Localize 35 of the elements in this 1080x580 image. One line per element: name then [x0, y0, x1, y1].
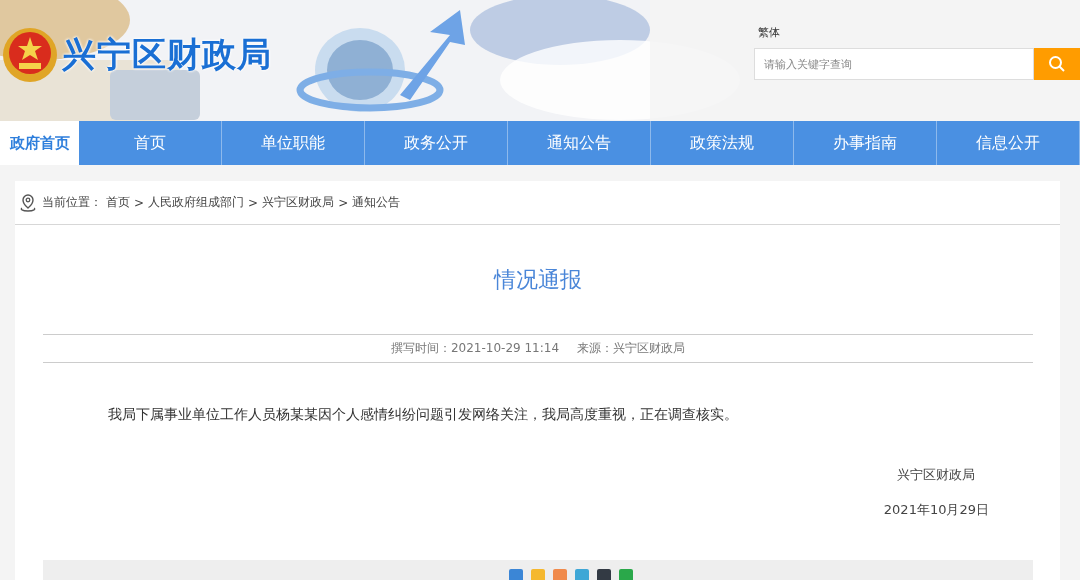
nav-tab[interactable]: 信息公开 — [937, 121, 1080, 165]
breadcrumb-link[interactable]: 兴宁区财政局 — [262, 194, 335, 211]
nav-tab[interactable]: 单位职能 — [222, 121, 365, 165]
breadcrumb-separator: > — [134, 195, 145, 210]
search-field[interactable]: 请输入关键字查询 — [754, 48, 1034, 80]
breadcrumb-link[interactable]: 人民政府组成部门 — [148, 194, 245, 211]
article-meta: 来源：兴宁区财政局 — [577, 340, 686, 357]
breadcrumb-separator: > — [338, 195, 349, 210]
nav-tab[interactable]: 办事指南 — [794, 121, 937, 165]
share-icon[interactable] — [619, 569, 633, 580]
emblem-icon — [2, 26, 58, 83]
location-pin-icon — [18, 192, 38, 213]
article-meta: 撰写时间：2021-10-29 11:14 — [390, 340, 560, 357]
share-icon[interactable] — [531, 569, 545, 580]
nav-tab[interactable]: 政策法规 — [651, 121, 794, 165]
article-body: 我局下属事业单位工作人员杨某某因个人感情纠纷问题引发网络关注，我局高度重视，正在调查核实。 — [108, 406, 739, 424]
share-icon[interactable] — [575, 569, 589, 580]
site-title: 兴宁区财政局 — [62, 32, 272, 76]
breadcrumb-link[interactable]: 首页 — [106, 194, 130, 211]
share-icon[interactable] — [597, 569, 611, 580]
nav-tab[interactable]: 通知公告 — [508, 121, 651, 165]
nav-tab[interactable]: 首页 — [79, 121, 222, 165]
article-title: 情况通报 — [43, 225, 1033, 335]
language-link[interactable]: 繁体 — [758, 25, 780, 40]
breadcrumb-label: 当前位置： — [42, 194, 102, 211]
nav-tab[interactable]: 政府首页 — [0, 121, 79, 165]
article-date: 2021年10月29日 — [883, 501, 989, 519]
nav-tab[interactable]: 政务公开 — [365, 121, 508, 165]
search-icon — [1048, 55, 1066, 73]
breadcrumb-separator: > — [248, 195, 259, 210]
share-icon[interactable] — [553, 569, 567, 580]
share-icon[interactable] — [509, 569, 523, 580]
search-button[interactable] — [1034, 48, 1080, 80]
signature: 兴宁区财政局 — [897, 466, 976, 484]
breadcrumb-link[interactable]: 通知公告 — [352, 194, 401, 211]
